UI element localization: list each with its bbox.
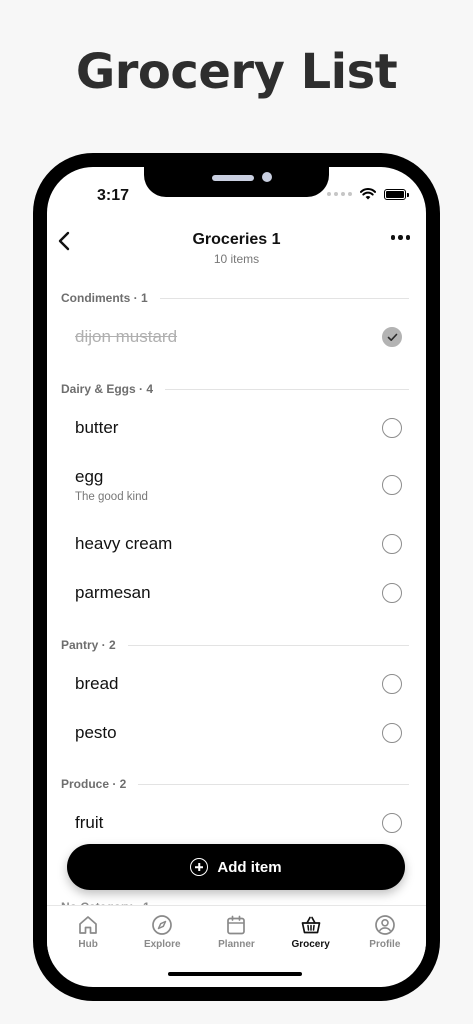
category-header-condiments: Condiments · 1 xyxy=(61,290,409,306)
list-item[interactable]: butter xyxy=(75,418,402,438)
unchecked-circle-icon[interactable] xyxy=(382,674,402,694)
cellular-signal-icon xyxy=(327,192,352,196)
tab-label: Hub xyxy=(78,939,98,950)
item-name: bread xyxy=(75,674,119,693)
calendar-icon xyxy=(227,915,246,935)
category-header-pantry: Pantry · 2 xyxy=(61,637,409,653)
item-name: butter xyxy=(75,418,119,437)
list-title: Groceries 1 xyxy=(192,231,281,248)
more-options-icon[interactable] xyxy=(390,235,410,240)
item-name: heavy cream xyxy=(75,534,173,553)
tab-label: Explore xyxy=(143,939,181,950)
speaker-grille xyxy=(212,175,254,181)
list-item[interactable]: heavy cream xyxy=(75,534,402,554)
category-label: Produce · 2 xyxy=(61,777,127,791)
basket-icon xyxy=(301,916,321,934)
category-header-produce: Produce · 2 xyxy=(61,776,409,792)
home-indicator[interactable] xyxy=(168,972,302,976)
unchecked-circle-icon[interactable] xyxy=(382,583,402,603)
item-name: dijon mustard xyxy=(75,327,178,346)
plus-circle-icon xyxy=(190,858,209,876)
list-item[interactable]: dijon mustard xyxy=(75,327,402,347)
list-item[interactable]: pesto xyxy=(75,723,402,743)
tab-label: Grocery xyxy=(291,939,330,950)
tab-explore[interactable]: Explore xyxy=(126,906,198,965)
nav-header: Groceries 1 10 items xyxy=(47,223,426,273)
camera-icon xyxy=(262,172,272,182)
tab-label: Planner xyxy=(218,939,255,950)
unchecked-circle-icon[interactable] xyxy=(382,534,402,554)
profile-icon xyxy=(374,915,395,935)
tab-bar: Hub Explore Planner Grocery Profile xyxy=(47,905,426,965)
phone-frame: 3:17 Groceries 1 10 items Condiments · 1 xyxy=(33,153,440,1001)
page-headline: Grocery List xyxy=(75,44,398,100)
item-count: 10 items xyxy=(213,252,260,266)
status-time: 3:17 xyxy=(97,187,130,204)
notch xyxy=(144,167,329,197)
list-item[interactable]: bread xyxy=(75,674,402,694)
status-icons xyxy=(327,188,409,200)
unchecked-circle-icon[interactable] xyxy=(382,418,402,438)
list-item[interactable]: parmesan xyxy=(75,583,402,603)
add-item-button[interactable]: Add item xyxy=(67,844,405,890)
add-item-label: Add item xyxy=(217,858,282,876)
checked-circle-icon[interactable] xyxy=(382,327,402,347)
item-name: pesto xyxy=(75,723,117,742)
item-name: parmesan xyxy=(75,583,151,602)
home-icon xyxy=(79,916,97,934)
list-item[interactable]: egg The good kind xyxy=(75,467,402,503)
tab-profile[interactable]: Profile xyxy=(349,906,421,965)
app-screen: 3:17 Groceries 1 10 items Condiments · 1 xyxy=(47,167,426,987)
unchecked-circle-icon[interactable] xyxy=(382,475,402,495)
item-name: egg xyxy=(75,467,104,486)
list-item[interactable]: fruit xyxy=(75,813,402,833)
unchecked-circle-icon[interactable] xyxy=(382,723,402,743)
category-label: Condiments · 1 xyxy=(61,291,148,305)
tab-label: Profile xyxy=(369,939,401,950)
category-label: Dairy & Eggs · 4 xyxy=(61,382,154,396)
category-header-dairy-eggs: Dairy & Eggs · 4 xyxy=(61,381,409,397)
tab-hub[interactable]: Hub xyxy=(52,906,124,965)
wifi-icon xyxy=(360,188,376,200)
item-note: The good kind xyxy=(75,491,148,503)
tab-grocery[interactable]: Grocery xyxy=(275,906,347,965)
battery-icon xyxy=(384,188,409,200)
unchecked-circle-icon[interactable] xyxy=(382,813,402,833)
tab-planner[interactable]: Planner xyxy=(200,906,272,965)
compass-icon xyxy=(152,915,173,935)
category-label: Pantry · 2 xyxy=(61,638,116,652)
item-name: fruit xyxy=(75,813,104,832)
